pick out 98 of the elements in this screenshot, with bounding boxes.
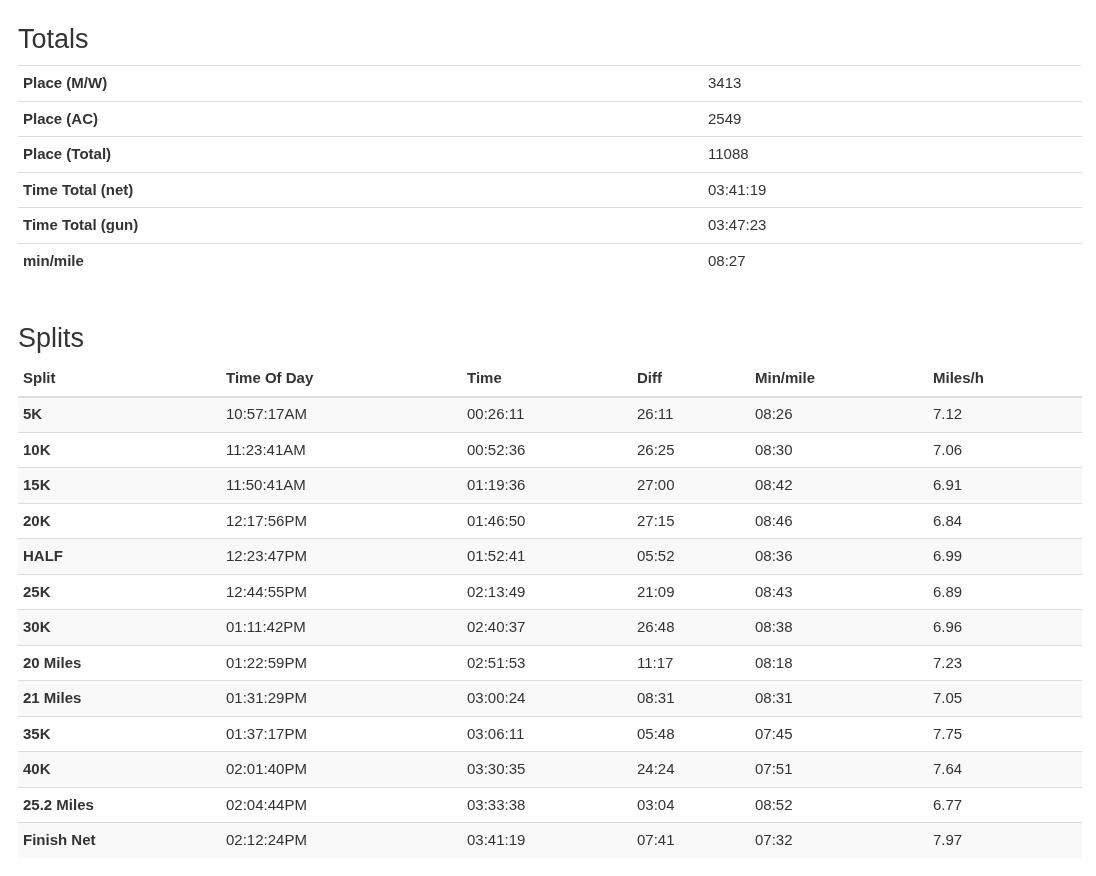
table-cell: 12:17:56PM — [221, 503, 462, 539]
table-cell: 05:52 — [632, 538, 750, 574]
table-cell: 6.77 — [928, 787, 1082, 823]
table-cell: 21:09 — [632, 574, 750, 610]
row-label: Finish Net — [18, 822, 221, 858]
table-cell: 02:01:40PM — [221, 751, 462, 787]
row-label: 21 Miles — [18, 680, 221, 716]
table-cell: 03:41:19 — [462, 822, 632, 858]
section-heading: Splits — [18, 321, 86, 355]
table-cell: 12:44:55PM — [221, 574, 462, 610]
table-cell: 11:17 — [632, 645, 750, 681]
table-cell: 7.64 — [928, 751, 1082, 787]
column-header: Miles/h — [928, 360, 1082, 397]
row-label: 30K — [18, 609, 221, 645]
row-label: 40K — [18, 751, 221, 787]
table-cell: 07:51 — [750, 751, 928, 787]
table-cell: 6.96 — [928, 609, 1082, 645]
row-label: Place (Total) — [18, 136, 703, 172]
table-cell: 08:42 — [750, 467, 928, 503]
table-cell: 02:12:24PM — [221, 822, 462, 858]
table-cell: 6.99 — [928, 538, 1082, 574]
table-cell: 11:23:41AM — [221, 432, 462, 468]
column-header: Diff — [632, 360, 750, 397]
table-cell: 03:47:23 — [703, 207, 1082, 243]
table-cell: 08:31 — [632, 680, 750, 716]
table-cell: 7.05 — [928, 680, 1082, 716]
table-cell: 08:43 — [750, 574, 928, 610]
row-label: 25.2 Miles — [18, 787, 221, 823]
table-cell: 08:46 — [750, 503, 928, 539]
table-cell: 08:31 — [750, 680, 928, 716]
table-cell: 03:06:11 — [462, 716, 632, 752]
table-cell: 01:37:17PM — [221, 716, 462, 752]
table-cell: 24:24 — [632, 751, 750, 787]
table-cell: 01:22:59PM — [221, 645, 462, 681]
table-cell: 01:31:29PM — [221, 680, 462, 716]
table-cell: 26:48 — [632, 609, 750, 645]
column-header: Split — [18, 360, 221, 397]
table-cell: 6.89 — [928, 574, 1082, 610]
table-cell: 01:46:50 — [462, 503, 632, 539]
table-cell: 01:11:42PM — [221, 609, 462, 645]
table-cell: 08:26 — [750, 396, 928, 432]
table-cell: 7.97 — [928, 822, 1082, 858]
table-cell: 03:30:35 — [462, 751, 632, 787]
table-cell: 07:45 — [750, 716, 928, 752]
table-cell: 11088 — [703, 136, 1082, 172]
row-label: 25K — [18, 574, 221, 610]
row-label: 10K — [18, 432, 221, 468]
table-cell: 01:52:41 — [462, 538, 632, 574]
column-header: Min/mile — [750, 360, 928, 397]
table-cell: 07:41 — [632, 822, 750, 858]
table-cell: 27:15 — [632, 503, 750, 539]
row-label: 15K — [18, 467, 221, 503]
row-label: HALF — [18, 538, 221, 574]
table-cell: 02:04:44PM — [221, 787, 462, 823]
table-cell: 03:04 — [632, 787, 750, 823]
row-label: 20 Miles — [18, 645, 221, 681]
table-cell: 08:30 — [750, 432, 928, 468]
row-label: 35K — [18, 716, 221, 752]
table-cell: 03:33:38 — [462, 787, 632, 823]
row-label: min/mile — [18, 243, 703, 279]
row-label: Time Total (net) — [18, 172, 703, 208]
table-cell: 26:11 — [632, 396, 750, 432]
table-cell: 7.23 — [928, 645, 1082, 681]
table-cell: 03:00:24 — [462, 680, 632, 716]
table-cell: 3413 — [703, 65, 1082, 101]
table-cell: 26:25 — [632, 432, 750, 468]
table-cell: 7.06 — [928, 432, 1082, 468]
table-cell: 07:32 — [750, 822, 928, 858]
table-cell: 08:52 — [750, 787, 928, 823]
table-cell: 02:13:49 — [462, 574, 632, 610]
table-cell: 6.91 — [928, 467, 1082, 503]
table-cell: 01:19:36 — [462, 467, 632, 503]
row-label: 5K — [18, 396, 221, 432]
table-cell: 6.84 — [928, 503, 1082, 539]
table-cell: 00:52:36 — [462, 432, 632, 468]
section-heading: Totals — [18, 23, 90, 56]
table-cell: 10:57:17AM — [221, 396, 462, 432]
table-cell: 02:51:53 — [462, 645, 632, 681]
table-cell: 11:50:41AM — [221, 467, 462, 503]
table-cell: 7.75 — [928, 716, 1082, 752]
row-label: Place (M/W) — [18, 65, 703, 101]
table-cell: 27:00 — [632, 467, 750, 503]
table-cell: 08:38 — [750, 609, 928, 645]
table-cell: 02:40:37 — [462, 609, 632, 645]
column-header: Time — [462, 360, 632, 397]
table-cell: 7.12 — [928, 396, 1082, 432]
row-label: Time Total (gun) — [18, 207, 703, 243]
table-cell: 12:23:47PM — [221, 538, 462, 574]
table-cell: 08:36 — [750, 538, 928, 574]
table-cell: 08:18 — [750, 645, 928, 681]
table-cell: 05:48 — [632, 716, 750, 752]
table-cell: 03:41:19 — [703, 172, 1082, 208]
row-label: 20K — [18, 503, 221, 539]
table-cell: 2549 — [703, 101, 1082, 137]
table-cell: 08:27 — [703, 243, 1082, 279]
row-label: Place (AC) — [18, 101, 703, 137]
table-cell: 00:26:11 — [462, 396, 632, 432]
column-header: Time Of Day — [221, 360, 462, 397]
